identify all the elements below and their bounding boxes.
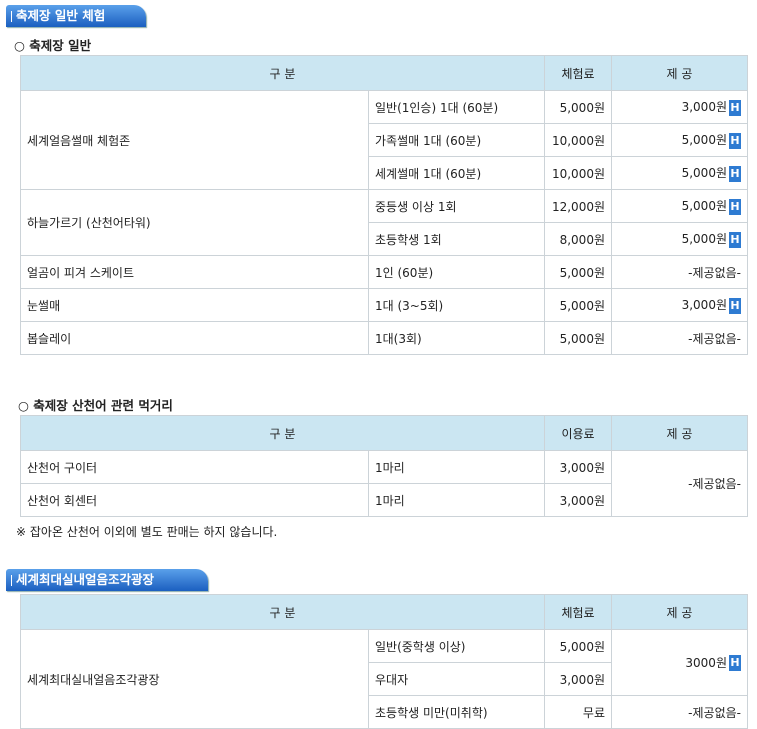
subheading-festival-general: ○ 축제장 일반	[14, 38, 92, 53]
category-cell: 세계최대실내얼음조각광장	[20, 629, 369, 729]
fee-cell: 5,000원	[544, 321, 612, 355]
section-tab-label: 세계최대실내얼음조각광장	[16, 572, 155, 587]
provide-value: 5,000원	[681, 166, 727, 181]
header-provide: 제 공	[611, 55, 748, 91]
table-row: 산천어 구이터 1마리 3,000원 -제공없음-	[20, 450, 748, 517]
header-category: 구 분	[20, 594, 545, 630]
category-cell: 산천어 구이터	[20, 450, 369, 484]
food-table: 구 분 이용료 제 공 산천어 구이터 1마리 3,000원 -제공없음- 산천…	[20, 415, 748, 517]
provide-value: 3,000원	[681, 100, 727, 115]
fee-cell: 5,000원	[544, 629, 612, 663]
table-row: 세계얼음썰매 체험존 일반(1인승) 1대 (60분) 5,000원 3,000…	[20, 90, 748, 190]
subheading-food: ○ 축제장 산천어 관련 먹거리	[18, 398, 173, 413]
fee-cell: 5,000원	[544, 288, 612, 322]
fee-cell: 8,000원	[544, 222, 612, 256]
fee-cell: 10,000원	[544, 156, 612, 190]
item-cell: 초등학생 미만(미취학)	[368, 695, 545, 729]
category-cell: 산천어 회센터	[20, 483, 369, 517]
provide-value: 3,000원	[681, 298, 727, 313]
fee-cell: 12,000원	[544, 189, 612, 223]
provide-cell: -제공없음-	[611, 450, 748, 517]
section-tab-label: 축제장 일반 체험	[16, 8, 106, 23]
food-note: ※ 잡아온 산천어 이외에 별도 판매는 하지 않습니다.	[16, 525, 278, 539]
item-cell: 초등학생 1회	[368, 222, 545, 256]
header-category: 구 분	[20, 415, 545, 451]
item-cell: 세계썰매 1대 (60분)	[368, 156, 545, 190]
header-category: 구 분	[20, 55, 545, 91]
item-cell: 1마리	[368, 450, 545, 484]
section-tab-ice-sculpture[interactable]: 세계최대실내얼음조각광장	[6, 569, 208, 591]
provide-value: 3000원	[685, 655, 727, 670]
provide-cell: 5,000원 H	[611, 222, 748, 256]
item-cell: 1대(3회)	[368, 321, 545, 355]
table-header-row: 구 분 체험료 제 공	[20, 594, 748, 630]
h-badge-icon: H	[729, 198, 741, 215]
category-cell: 얼곰이 피겨 스케이트	[20, 255, 369, 289]
item-cell: 1마리	[368, 483, 545, 517]
table-header-row: 구 분 체험료 제 공	[20, 55, 748, 91]
provide-value: 5,000원	[681, 199, 727, 214]
category-cell: 하늘가르기 (산천어타워)	[20, 189, 369, 256]
fee-cell: 5,000원	[544, 255, 612, 289]
provide-cell: 3000원 H	[611, 629, 748, 696]
provide-cell: 5,000원 H	[611, 156, 748, 190]
fee-cell: 3,000원	[544, 483, 612, 517]
fee-cell: 무료	[544, 695, 612, 729]
provide-cell: -제공없음-	[611, 321, 748, 355]
fee-cell: 3,000원	[544, 450, 612, 484]
header-provide: 제 공	[611, 594, 748, 630]
provide-cell: 3,000원 H	[611, 90, 748, 124]
h-badge-icon: H	[729, 165, 741, 182]
header-fee: 이용료	[544, 415, 612, 451]
header-fee: 체험료	[544, 55, 612, 91]
header-fee: 체험료	[544, 594, 612, 630]
provide-cell: 3,000원 H	[611, 288, 748, 322]
table-row: 눈썰매 1대 (3~5회) 5,000원 3,000원 H	[20, 288, 748, 322]
h-badge-icon: H	[729, 297, 741, 314]
item-cell: 1대 (3~5회)	[368, 288, 545, 322]
category-cell: 세계얼음썰매 체험존	[20, 90, 369, 190]
experience-table: 구 분 체험료 제 공 세계얼음썰매 체험존 일반(1인승) 1대 (60분) …	[20, 55, 748, 355]
section-tab-festival-experience[interactable]: 축제장 일반 체험	[6, 5, 146, 27]
table-header-row: 구 분 이용료 제 공	[20, 415, 748, 451]
item-cell: 우대자	[368, 662, 545, 696]
fee-cell: 5,000원	[544, 90, 612, 124]
provide-value: 5,000원	[681, 232, 727, 247]
table-row: 얼곰이 피겨 스케이트 1인 (60분) 5,000원 -제공없음-	[20, 255, 748, 289]
fee-cell: 10,000원	[544, 123, 612, 157]
table-row: 하늘가르기 (산천어타워) 중등생 이상 1회 12,000원 5,000원 H	[20, 189, 748, 256]
h-badge-icon: H	[729, 655, 741, 672]
header-provide: 제 공	[611, 415, 748, 451]
provide-cell: -제공없음-	[611, 695, 748, 729]
ice-sculpture-table: 구 분 체험료 제 공 세계최대실내얼음조각광장 일반(중학생 이상) 5,00…	[20, 594, 748, 729]
item-cell: 일반(중학생 이상)	[368, 629, 545, 663]
provide-cell: -제공없음-	[611, 255, 748, 289]
category-cell: 눈썰매	[20, 288, 369, 322]
h-badge-icon: H	[729, 132, 741, 149]
h-badge-icon: H	[729, 231, 741, 248]
provide-cell: 5,000원 H	[611, 123, 748, 157]
h-badge-icon: H	[729, 99, 741, 116]
provide-value: 5,000원	[681, 133, 727, 148]
category-cell: 봅슬레이	[20, 321, 369, 355]
item-cell: 1인 (60분)	[368, 255, 545, 289]
item-cell: 가족썰매 1대 (60분)	[368, 123, 545, 157]
item-cell: 일반(1인승) 1대 (60분)	[368, 90, 545, 124]
item-cell: 중등생 이상 1회	[368, 189, 545, 223]
provide-cell: 5,000원 H	[611, 189, 748, 223]
table-row: 봅슬레이 1대(3회) 5,000원 -제공없음-	[20, 321, 748, 355]
fee-cell: 3,000원	[544, 662, 612, 696]
table-row: 세계최대실내얼음조각광장 일반(중학생 이상) 5,000원 3000원 H	[20, 629, 748, 729]
